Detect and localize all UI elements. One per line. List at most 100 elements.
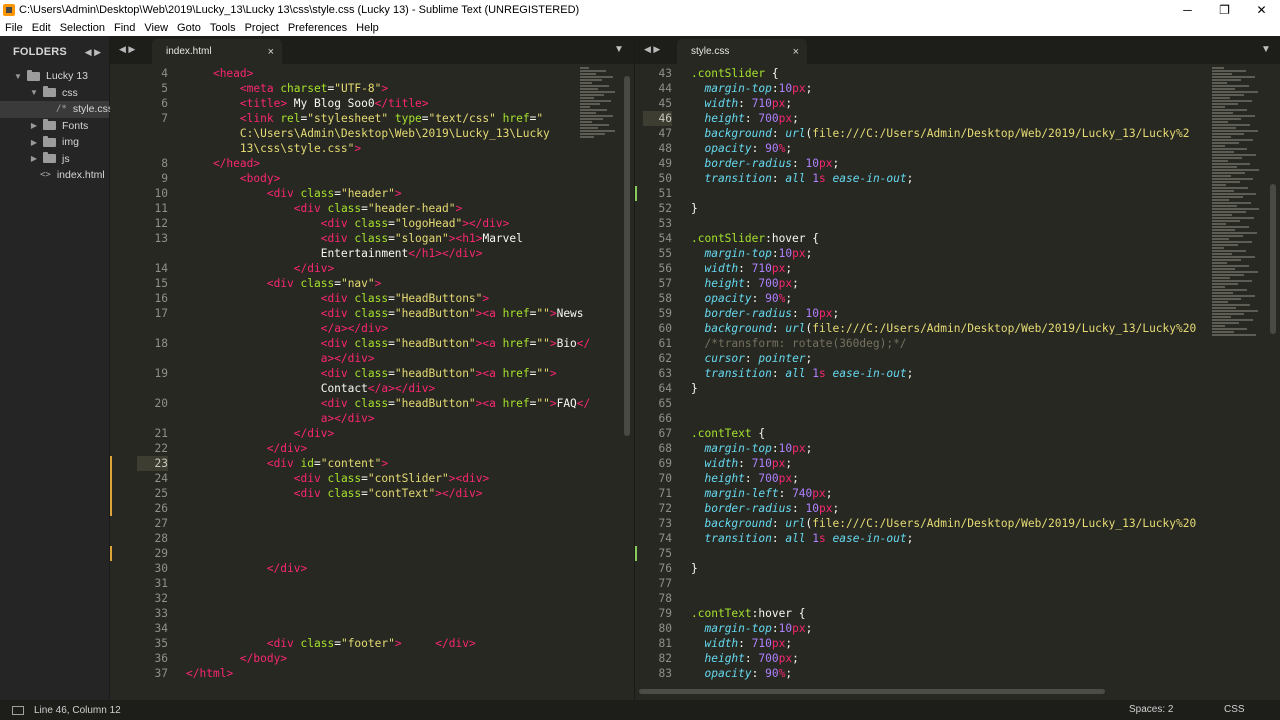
tab-nav-arrows-left[interactable]: ◀ ▶ bbox=[119, 44, 135, 55]
code-area-right[interactable]: 43 .contSlider {44 margin-top:10px; 45 wid… bbox=[635, 66, 1280, 681]
code-line[interactable]: 20 <div class="headButton"><a href="">FA… bbox=[110, 396, 634, 411]
close-window-button[interactable]: ✕ bbox=[1243, 0, 1280, 20]
code-line[interactable]: 5 <meta charset="UTF-8"> bbox=[110, 81, 634, 96]
code-line[interactable]: 8 </head> bbox=[110, 156, 634, 171]
code-line[interactable]: 35 <div class="footer"> </div> bbox=[110, 636, 634, 651]
code-line[interactable]: 36 </body> bbox=[110, 651, 634, 666]
code-line[interactable]: 22 </div> bbox=[110, 441, 634, 456]
code-line[interactable]: 4 <head> bbox=[110, 66, 634, 81]
minimize-button[interactable]: ─ bbox=[1169, 0, 1206, 20]
code-line[interactable]: 25 <div class="contText"></div> bbox=[110, 486, 634, 501]
code-line[interactable]: 49 border-radius: 10px; bbox=[635, 156, 1280, 171]
code-line[interactable]: 12 <div class="logoHead"></div> bbox=[110, 216, 634, 231]
code-line[interactable]: 6 <title> My Blog Soo0</title> bbox=[110, 96, 634, 111]
horizontal-scrollbar-right[interactable] bbox=[639, 689, 1105, 694]
menu-project[interactable]: Project bbox=[240, 22, 283, 34]
chevron-right-icon[interactable]: ▶ bbox=[28, 154, 40, 163]
menu-view[interactable]: View bbox=[139, 22, 172, 34]
tab-menu-arrow-right[interactable]: ▼ bbox=[1261, 44, 1271, 55]
sidebar-nav-arrows[interactable]: ◀ ▶ bbox=[85, 47, 101, 58]
vertical-scrollbar-right[interactable] bbox=[1270, 184, 1276, 334]
code-line[interactable]: C:\Users\Admin\Desktop\Web\2019\Lucky_13… bbox=[110, 126, 634, 141]
code-line[interactable]: </a></div> bbox=[110, 321, 634, 336]
minimap-left[interactable] bbox=[580, 66, 626, 156]
code-line[interactable]: 27 bbox=[110, 516, 634, 531]
code-line[interactable]: 50 transition: all 1s ease-in-out; bbox=[635, 171, 1280, 186]
code-line[interactable]: 71 margin-left: 740px; bbox=[635, 486, 1280, 501]
tree-item[interactable]: ▼ css bbox=[0, 85, 109, 102]
menu-preferences[interactable]: Preferences bbox=[283, 22, 351, 34]
tab-menu-arrow-left[interactable]: ▼ bbox=[614, 44, 624, 55]
code-line[interactable]: 48 opacity: 90%; bbox=[635, 141, 1280, 156]
code-line[interactable]: 65 bbox=[635, 396, 1280, 411]
code-line[interactable]: 14 </div> bbox=[110, 261, 634, 276]
code-line[interactable]: 19 <div class="headButton"><a href=""> bbox=[110, 366, 634, 381]
code-line[interactable]: 56 width: 710px; bbox=[635, 261, 1280, 276]
tree-item[interactable]: ▶ img bbox=[0, 134, 109, 151]
code-line[interactable]: 69 width: 710px; bbox=[635, 456, 1280, 471]
code-line[interactable]: 76} bbox=[635, 561, 1280, 576]
code-line[interactable]: 77 bbox=[635, 576, 1280, 591]
code-line[interactable]: 23 <div id="content"> bbox=[110, 456, 634, 471]
code-line[interactable]: 78 bbox=[635, 591, 1280, 606]
minimap-right[interactable] bbox=[1212, 66, 1272, 366]
tab-style-css[interactable]: style.css × bbox=[677, 39, 807, 64]
tree-item[interactable]: ▶ js bbox=[0, 151, 109, 168]
tree-item[interactable]: <> index.html bbox=[0, 167, 109, 184]
code-line[interactable]: 37 </html> bbox=[110, 666, 634, 681]
code-line[interactable]: 68 margin-top:10px; bbox=[635, 441, 1280, 456]
code-line[interactable]: 15 <div class="nav"> bbox=[110, 276, 634, 291]
code-line[interactable]: 55 margin-top:10px; bbox=[635, 246, 1280, 261]
code-area-left[interactable]: 4 <head> 5 <meta charset="UTF-8"> 6 <title… bbox=[110, 66, 634, 681]
code-line[interactable]: 52} bbox=[635, 201, 1280, 216]
code-line[interactable]: 30 </div> bbox=[110, 561, 634, 576]
chevron-right-icon[interactable]: ▶ bbox=[28, 138, 40, 147]
code-line[interactable]: 74 transition: all 1s ease-in-out; bbox=[635, 531, 1280, 546]
vertical-scrollbar-left[interactable] bbox=[624, 76, 630, 436]
code-line[interactable]: 32 bbox=[110, 591, 634, 606]
code-line[interactable]: 72 border-radius: 10px; bbox=[635, 501, 1280, 516]
code-line[interactable]: 66 bbox=[635, 411, 1280, 426]
tree-item[interactable]: /* style.css bbox=[0, 101, 113, 118]
code-line[interactable]: 67 .contText { bbox=[635, 426, 1280, 441]
code-line[interactable]: 46 height: 700px; bbox=[635, 111, 1280, 126]
menu-help[interactable]: Help bbox=[351, 22, 383, 34]
code-line[interactable]: 58 opacity: 90%; bbox=[635, 291, 1280, 306]
code-line[interactable]: 24 <div class="contSlider"><div> bbox=[110, 471, 634, 486]
code-line[interactable]: 82 height: 700px; bbox=[635, 651, 1280, 666]
code-line[interactable]: 64} bbox=[635, 381, 1280, 396]
code-line[interactable]: 51 bbox=[635, 186, 1280, 201]
code-line[interactable]: 83 opacity: 90%; bbox=[635, 666, 1280, 681]
code-line[interactable]: 31 bbox=[110, 576, 634, 591]
tab-index-html[interactable]: index.html × bbox=[152, 39, 282, 64]
chevron-down-icon[interactable]: ▼ bbox=[28, 88, 40, 97]
code-line[interactable]: 34 bbox=[110, 621, 634, 636]
syntax-selector[interactable]: CSS bbox=[1224, 704, 1245, 715]
menu-goto[interactable]: Goto bbox=[172, 22, 205, 34]
indentation-setting[interactable]: Spaces: 2 bbox=[1129, 704, 1173, 715]
code-line[interactable]: 57 height: 700px; bbox=[635, 276, 1280, 291]
code-line[interactable]: 7 <link rel="stylesheet" type="text/css"… bbox=[110, 111, 634, 126]
code-line[interactable]: Contact</a></div> bbox=[110, 381, 634, 396]
code-line[interactable]: 61 /*transform: rotate(360deg);*/ bbox=[635, 336, 1280, 351]
code-line[interactable]: 79 .contText:hover { bbox=[635, 606, 1280, 621]
tab-close-icon[interactable]: × bbox=[268, 46, 274, 58]
code-line[interactable]: 13 <div class="slogan"><h1>Marvel bbox=[110, 231, 634, 246]
tab-nav-arrows-right[interactable]: ◀ ▶ bbox=[644, 44, 660, 55]
code-line[interactable]: 45 width: 710px; bbox=[635, 96, 1280, 111]
code-line[interactable]: 9 <body> bbox=[110, 171, 634, 186]
code-line[interactable]: 60 background: url(file:///C:/Users/Admi… bbox=[635, 321, 1280, 336]
code-line[interactable]: 13\css\style.css"> bbox=[110, 141, 634, 156]
menu-find[interactable]: Find bbox=[109, 22, 139, 34]
code-line[interactable]: 80 margin-top:10px; bbox=[635, 621, 1280, 636]
restore-button[interactable]: ❐ bbox=[1206, 0, 1243, 20]
code-line[interactable]: 75 bbox=[635, 546, 1280, 561]
code-line[interactable]: 11 <div class="header-head"> bbox=[110, 201, 634, 216]
menu-selection[interactable]: Selection bbox=[55, 22, 109, 34]
menu-tools[interactable]: Tools bbox=[205, 22, 240, 34]
tab-close-icon[interactable]: × bbox=[793, 46, 799, 58]
code-line[interactable]: 53 bbox=[635, 216, 1280, 231]
code-line[interactable]: 29 bbox=[110, 546, 634, 561]
code-line[interactable]: a></div> bbox=[110, 351, 634, 366]
chevron-right-icon[interactable]: ▶ bbox=[28, 121, 40, 130]
